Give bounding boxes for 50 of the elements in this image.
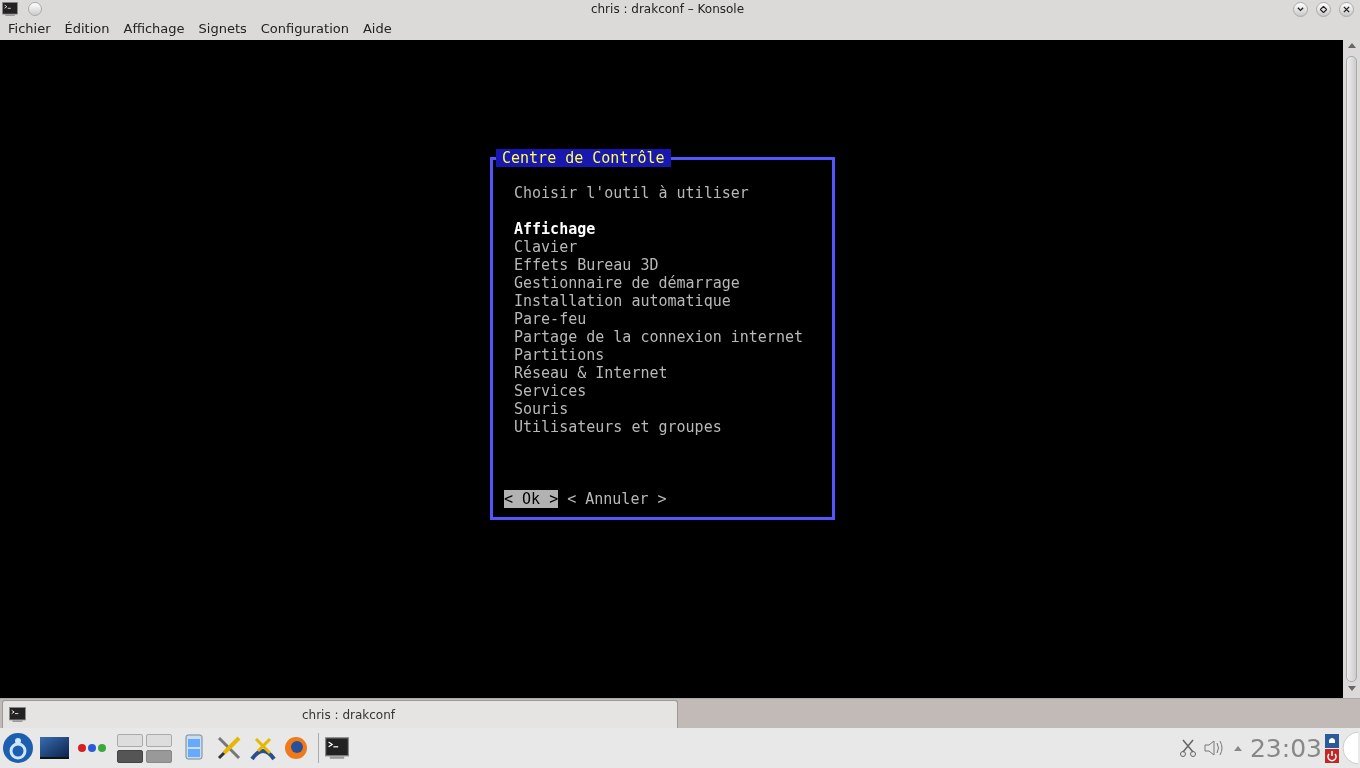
chevron-down-icon xyxy=(1297,5,1304,13)
dialog-title: Centre de Contrôle xyxy=(496,149,671,167)
close-icon xyxy=(1343,5,1350,13)
speaker-icon[interactable] xyxy=(1203,738,1226,758)
menu-option[interactable]: Souris xyxy=(514,400,569,418)
tab-label: chris : drakconf xyxy=(301,706,397,724)
terminal-icon[interactable] xyxy=(325,736,349,760)
menu-option[interactable]: Clavier xyxy=(514,238,578,256)
caret-up-icon[interactable] xyxy=(1233,745,1242,751)
menu-option[interactable]: Installation automatique xyxy=(514,292,731,310)
menu-item[interactable]: Aide xyxy=(355,19,399,39)
terminal-icon[interactable] xyxy=(2,2,18,16)
menu-option[interactable]: Pare-feu xyxy=(514,310,587,328)
terminal-icon[interactable] xyxy=(9,707,26,722)
menu-option[interactable]: Partitions xyxy=(514,346,605,364)
lock-icon[interactable] xyxy=(1325,733,1339,748)
scrollbar-thumb[interactable] xyxy=(1346,56,1357,682)
dialog-button[interactable]: < Ok > xyxy=(504,490,559,508)
window-title: chris : drakconf – Konsole xyxy=(589,1,746,18)
task-tab[interactable]: chris : drakconf xyxy=(2,700,678,728)
diamond-icon xyxy=(1320,5,1327,13)
menu-item[interactable]: Édition xyxy=(57,19,117,39)
tools-icon[interactable] xyxy=(216,735,242,761)
close-button[interactable] xyxy=(1339,1,1354,17)
menu-option[interactable]: Services xyxy=(514,382,587,400)
dialog-button[interactable]: < Annuler > xyxy=(567,490,667,508)
menu-option[interactable]: Effets Bureau 3D xyxy=(514,256,659,274)
menu-item[interactable]: Affichage xyxy=(116,19,192,39)
menu-launcher-icon[interactable] xyxy=(2,732,34,764)
minimize-button[interactable] xyxy=(1293,1,1308,17)
menu-item[interactable]: Signets xyxy=(191,19,254,39)
power-icon[interactable] xyxy=(1325,748,1339,763)
wrench-arch-icon[interactable] xyxy=(250,735,276,761)
menu-item[interactable]: Configuration xyxy=(253,19,356,39)
menu-option[interactable]: Partage de la connexion internet xyxy=(514,328,803,346)
menu-option[interactable]: Utilisateurs et groupes xyxy=(514,418,722,436)
arrow-down-icon[interactable] xyxy=(1347,686,1356,692)
menu-option[interactable]: Réseau & Internet xyxy=(514,364,668,382)
dialog-prompt: Choisir l'outil à utiliser xyxy=(514,184,750,202)
scissors-icon[interactable] xyxy=(1179,738,1196,758)
browser-icon[interactable] xyxy=(284,736,308,760)
menu-option[interactable]: Affichage xyxy=(514,220,596,238)
arrow-up-icon[interactable] xyxy=(1347,42,1356,48)
dots-icon[interactable] xyxy=(77,743,107,753)
menu-option[interactable]: Gestionnaire de démarrage xyxy=(514,274,740,292)
menu-item[interactable]: Fichier xyxy=(1,19,58,39)
scrollbar[interactable] xyxy=(1343,40,1360,698)
pager[interactable] xyxy=(117,733,172,763)
maximize-button[interactable] xyxy=(1316,1,1331,17)
desktop-icon[interactable] xyxy=(40,737,69,759)
